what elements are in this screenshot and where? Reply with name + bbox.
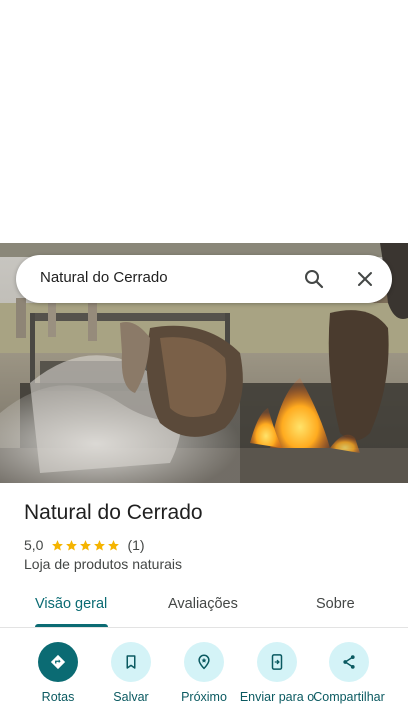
share-icon <box>329 642 369 682</box>
search-icon[interactable] <box>302 267 326 291</box>
star-rating <box>51 539 121 552</box>
nearby-label: Próximo <box>181 690 227 704</box>
save-label: Salvar <box>113 690 149 704</box>
bookmark-icon <box>111 642 151 682</box>
star-icon <box>94 539 106 550</box>
directions-icon <box>38 642 78 682</box>
save-button[interactable]: Salvar <box>93 642 169 704</box>
rating-value: 5,0 <box>24 537 44 553</box>
tab-overview[interactable]: Visão geral <box>35 596 107 612</box>
tab-reviews[interactable]: Avaliações <box>168 596 238 612</box>
share-button[interactable]: Compartilhar <box>311 642 387 704</box>
tab-bar: Visão geral Avaliações Sobre <box>0 582 408 628</box>
share-label: Compartilhar <box>313 690 385 704</box>
tab-about[interactable]: Sobre <box>316 596 355 612</box>
send-to-phone-icon <box>257 642 297 682</box>
nearby-button[interactable]: Próximo <box>166 642 242 704</box>
search-input[interactable]: Natural do Cerrado <box>40 269 168 286</box>
close-icon[interactable] <box>353 267 377 291</box>
place-category: Loja de produtos naturais <box>24 556 182 572</box>
action-row: Rotas Salvar Próximo Enviar para o Compa… <box>0 642 408 726</box>
review-count[interactable]: (1) <box>127 537 144 553</box>
nearby-icon <box>184 642 224 682</box>
place-title: Natural do Cerrado <box>24 501 203 524</box>
map-area-blank <box>0 0 408 243</box>
directions-button[interactable]: Rotas <box>20 642 96 704</box>
search-bar[interactable]: Natural do Cerrado <box>16 255 392 303</box>
star-icon <box>80 539 92 550</box>
active-tab-indicator <box>35 624 108 627</box>
send-to-phone-button[interactable]: Enviar para o <box>239 642 315 704</box>
send-to-phone-label: Enviar para o <box>239 690 315 704</box>
star-icon <box>52 539 64 550</box>
star-icon <box>66 539 78 550</box>
star-icon <box>108 539 120 550</box>
rating-row[interactable]: 5,0 (1) <box>24 536 145 554</box>
directions-label: Rotas <box>41 690 75 704</box>
